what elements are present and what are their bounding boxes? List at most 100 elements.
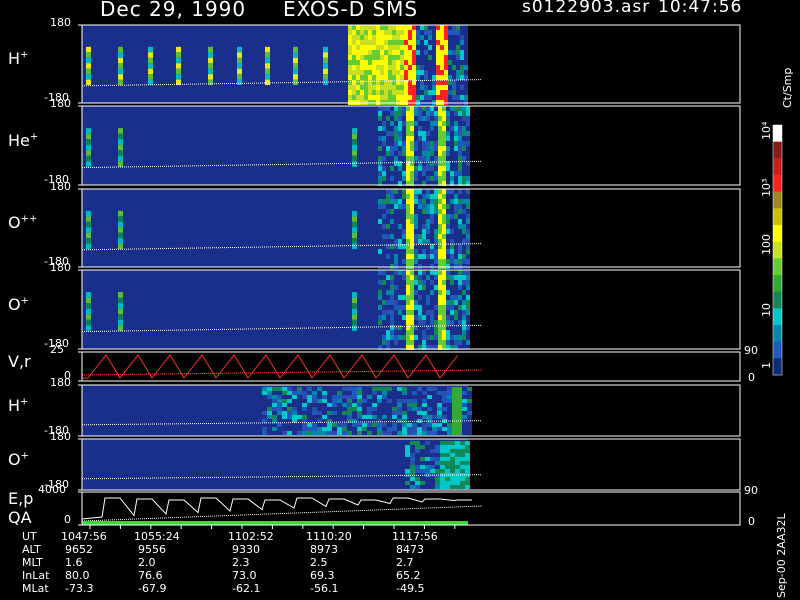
cell [446, 209, 450, 214]
cell [292, 427, 297, 431]
cell [382, 270, 386, 275]
footer-row-name: InLat [22, 569, 50, 582]
burst-cell [118, 150, 123, 156]
cell [407, 407, 412, 411]
cell [432, 395, 437, 399]
cell [446, 224, 450, 229]
cell [418, 325, 422, 330]
cell [458, 280, 462, 285]
cell [398, 194, 402, 199]
cell [438, 305, 442, 310]
cell [418, 166, 422, 171]
cell [450, 280, 454, 285]
cell [444, 75, 448, 80]
cell [466, 151, 470, 156]
cell [426, 121, 430, 126]
panel-1 [78, 105, 741, 186]
cell [352, 403, 357, 407]
footer-value: -73.3 [65, 582, 94, 595]
cell [458, 219, 462, 224]
cell [402, 166, 406, 171]
footer-value: 8973 [310, 543, 338, 556]
cell [454, 310, 458, 315]
cell [407, 391, 412, 395]
cell [435, 461, 440, 465]
cell [414, 121, 418, 126]
cell [438, 219, 442, 224]
cell [404, 50, 408, 55]
cell [438, 315, 442, 320]
cell [357, 399, 362, 403]
cell [442, 254, 446, 259]
cell [406, 340, 410, 345]
cell [444, 60, 448, 65]
cell [428, 65, 432, 70]
cell [262, 411, 267, 415]
cell [466, 111, 470, 116]
cell [467, 407, 472, 411]
cell [382, 239, 386, 244]
cell [410, 453, 415, 457]
cell [352, 423, 357, 427]
cell [356, 70, 360, 75]
cell [432, 411, 437, 415]
cell [458, 315, 462, 320]
cell [342, 391, 347, 395]
cell [408, 70, 412, 75]
cell [462, 259, 466, 264]
cell [410, 325, 414, 330]
cell [450, 290, 454, 295]
cell [465, 449, 470, 453]
cell [327, 407, 332, 411]
cell [380, 50, 384, 55]
cell [376, 90, 380, 95]
cell [352, 50, 356, 55]
cell [398, 146, 402, 151]
cell [396, 35, 400, 40]
cell [462, 249, 466, 254]
cell [380, 30, 384, 35]
cell [322, 423, 327, 427]
cell [394, 305, 398, 310]
cell [418, 290, 422, 295]
burst-cell [237, 57, 242, 64]
cell [462, 121, 466, 126]
cell [382, 431, 387, 435]
cell [438, 234, 442, 239]
cell [420, 449, 425, 453]
cell [422, 431, 427, 435]
cell [438, 335, 442, 340]
cell [262, 423, 267, 427]
cell [410, 477, 415, 481]
cell [386, 229, 390, 234]
cell [414, 204, 418, 209]
cell [348, 40, 352, 45]
cell [464, 30, 468, 35]
burst-cell [352, 128, 357, 134]
cell [450, 461, 455, 465]
burst-cell [86, 68, 91, 75]
cell [442, 111, 446, 116]
cell [402, 275, 406, 280]
footer-value: -56.1 [310, 582, 339, 595]
cell [426, 234, 430, 239]
cell [312, 399, 317, 403]
cell [442, 176, 446, 181]
cell [435, 469, 440, 473]
cell [414, 146, 418, 151]
cell [450, 259, 454, 264]
cell [378, 151, 382, 156]
cell [390, 204, 394, 209]
cell [427, 403, 432, 407]
cell [448, 35, 452, 40]
cell [337, 423, 342, 427]
cell [450, 315, 454, 320]
cell [424, 60, 428, 65]
cell [458, 151, 462, 156]
cell [416, 30, 420, 35]
cell [362, 403, 367, 407]
cell [416, 85, 420, 90]
cell [352, 431, 357, 435]
cell [458, 166, 462, 171]
cell [454, 194, 458, 199]
